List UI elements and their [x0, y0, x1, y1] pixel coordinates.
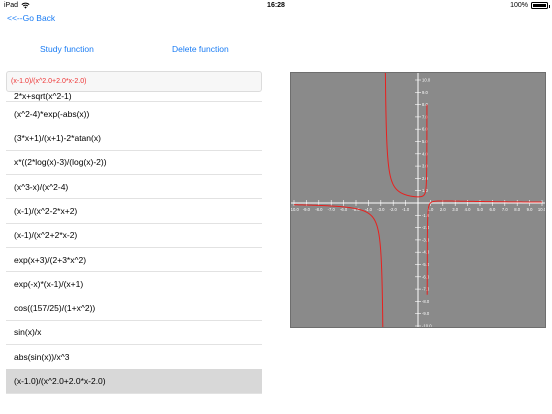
delete-function-button[interactable]: Delete function — [172, 44, 229, 54]
list-item[interactable]: (x^2-4)*exp(-abs(x)) — [6, 102, 262, 127]
y-tick-label: 7.0 — [422, 114, 428, 119]
y-tick-label: 10.0 — [422, 78, 431, 83]
y-tick-label: 4.0 — [422, 151, 428, 156]
x-tick-label: -9.0 — [303, 207, 311, 212]
curve-branch-1 — [293, 204, 384, 327]
list-item[interactable]: exp(-x)*(x-1)/(x+1) — [6, 272, 262, 297]
expression-input[interactable]: (x-1.0)/(x^2.0+2.0*x-2.0) — [6, 71, 262, 92]
list-item[interactable]: 2*x+sqrt(x^2-1) — [6, 92, 262, 102]
y-tick-label: -7.0 — [422, 287, 430, 292]
x-tick-label: 2.0 — [440, 207, 446, 212]
battery-icon — [531, 2, 550, 9]
y-tick-label: 5.0 — [422, 139, 428, 144]
study-function-button[interactable]: Study function — [40, 44, 94, 54]
x-tick-label: 4.0 — [465, 207, 471, 212]
y-tick-label: -8.0 — [422, 299, 430, 304]
go-back-link[interactable]: <<--Go Back — [7, 13, 55, 23]
x-tick-label: -10.0 — [291, 207, 299, 212]
y-tick-label: 3.0 — [422, 164, 428, 169]
list-item[interactable]: (x-1)/(x^2-2*x+2) — [6, 199, 262, 224]
x-tick-label: 5.0 — [477, 207, 483, 212]
list-item[interactable]: sin(x)/x — [6, 320, 262, 346]
y-tick-label: -9.0 — [422, 311, 430, 316]
x-tick-label: 3.0 — [452, 207, 458, 212]
status-right: 100% — [510, 2, 550, 9]
y-tick-label: -1.0 — [422, 213, 430, 218]
clock: 16:28 — [267, 2, 285, 9]
y-tick-label: 9.0 — [422, 90, 428, 95]
x-tick-label: -3.0 — [377, 207, 385, 212]
y-tick-label: -2.0 — [422, 225, 430, 230]
x-tick-label: 8.0 — [514, 207, 520, 212]
y-tick-label: -10.0 — [422, 324, 432, 328]
y-tick-label: 2.0 — [422, 176, 428, 181]
x-tick-label: 9.0 — [527, 207, 533, 212]
y-tick-label: -3.0 — [422, 237, 430, 242]
list-item[interactable]: (x-1.0)/(x^2.0+2.0*x-2.0) — [6, 369, 262, 394]
x-tick-label: -4.0 — [365, 207, 373, 212]
function-list[interactable]: 2*x+sqrt(x^2-1) (x^2-4)*exp(-abs(x)) (3*x… — [0, 92, 262, 414]
status-bar: iPad 16:28 100% — [0, 0, 552, 12]
x-tick-label: -8.0 — [315, 207, 323, 212]
list-item[interactable]: x*((2*log(x)-3)/(log(x)-2)) — [6, 150, 262, 176]
y-tick-label: -6.0 — [422, 274, 430, 279]
x-tick-label: 7.0 — [502, 207, 508, 212]
function-plot: -10.0 -9.0 -8.0 -7.0 -6.0 -5.0 -4.0 -3.0 -2.0 -1.… — [290, 72, 546, 328]
list-item[interactable]: (x^3-x)/(x^2-4) — [6, 174, 262, 200]
x-tick-label: 10.0 — [538, 207, 545, 212]
plot-canvas: -10.0 -9.0 -8.0 -7.0 -6.0 -5.0 -4.0 -3.0 -2.0 -1.… — [291, 73, 545, 327]
list-item[interactable]: (x-1)/(x^2+2*x-2) — [6, 223, 262, 248]
y-tick-label: -4.0 — [422, 250, 430, 255]
x-tick-label: -7.0 — [328, 207, 336, 212]
y-tick-label: -5.0 — [422, 262, 430, 267]
list-item[interactable]: (3*x+1)/(x+1)-2*atan(x) — [6, 126, 262, 151]
list-item[interactable]: exp(x+3)/(2+3*x^2) — [6, 247, 262, 273]
x-tick-label: -2.0 — [390, 207, 398, 212]
list-item[interactable]: cos((157/25)/(1+x^2)) — [6, 296, 262, 321]
x-tick-label: -1.0 — [402, 207, 410, 212]
y-tick-label: 8.0 — [422, 102, 428, 107]
curve-branch-3 — [426, 200, 542, 295]
battery-percent: 100% — [510, 2, 528, 9]
x-tick-label: 6.0 — [489, 207, 495, 212]
y-tick-label: 6.0 — [422, 127, 428, 132]
list-item[interactable]: abs(sin(x))/x^3 — [6, 345, 262, 370]
